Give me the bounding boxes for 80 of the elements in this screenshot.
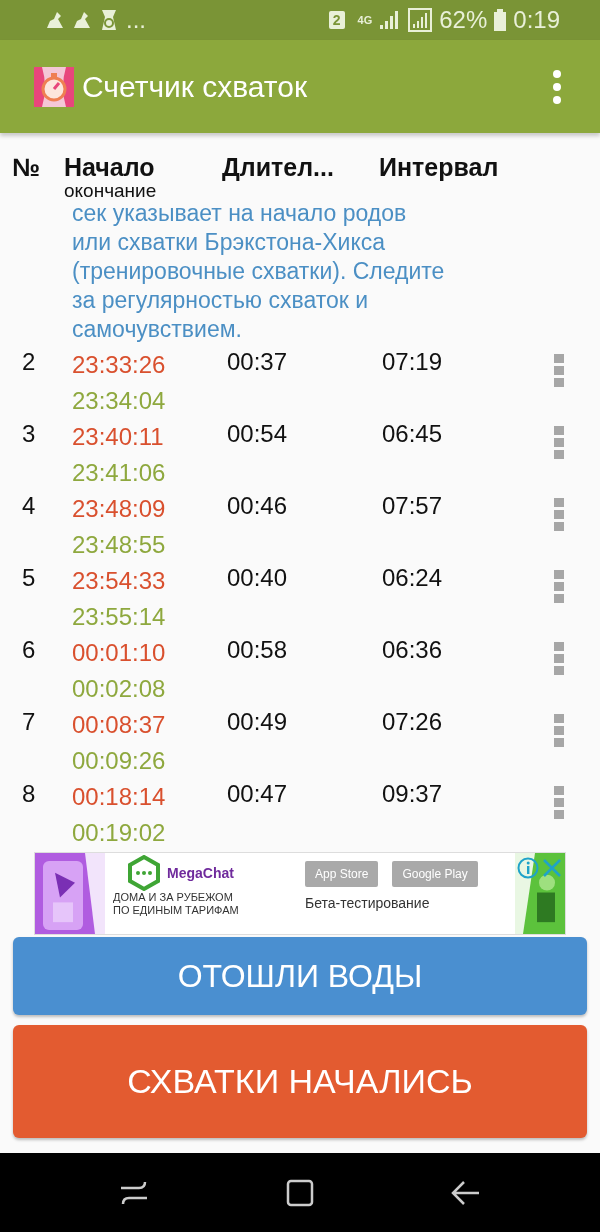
chat-icon (127, 855, 161, 891)
table-cell-text: 7 (21, 710, 37, 734)
start-time: 23:40:11 (72, 422, 165, 452)
ad-headline: ДОМА И ЗА РУБЕЖОМ (113, 891, 234, 904)
end-time: 00:19:02 (72, 818, 167, 848)
stopwatch-icon (34, 66, 74, 107)
stopwatch-icon (99, 9, 119, 31)
recents-icon[interactable] (118, 1179, 149, 1206)
column-header: Длител... (222, 153, 335, 181)
store-badge[interactable]: Google Play (392, 861, 478, 887)
info-text: сек указывает на начало родов (72, 199, 408, 228)
table-cell-text: 07:26 (382, 710, 444, 734)
table-cell-text: 00:46 (227, 494, 289, 518)
table-cell-text: 06:45 (382, 422, 444, 446)
close-icon[interactable] (542, 858, 562, 878)
table-cell-text: 4 (21, 494, 37, 518)
start-time: 00:18:14 (72, 782, 167, 812)
row-menu-icon[interactable] (554, 354, 564, 388)
row-menu-icon[interactable] (554, 498, 564, 532)
broom-icon (72, 11, 92, 29)
table-cell-text: 3 (21, 422, 37, 446)
table-cell-text: 00:40 (227, 566, 289, 590)
signal-icon (408, 8, 433, 32)
start-time: 23:48:09 (72, 494, 167, 524)
table-cell-text: 06:36 (382, 638, 444, 662)
row-menu-icon[interactable] (554, 570, 564, 604)
table-cell-text: 00:54 (227, 422, 289, 446)
store-badge[interactable]: App Store (305, 861, 379, 887)
action-button[interactable]: ОТОШЛИ ВОДЫ (13, 937, 587, 1015)
back-icon[interactable] (451, 1179, 482, 1206)
row-menu-icon[interactable] (554, 426, 564, 460)
table-cell-text: 00:58 (227, 638, 289, 662)
row-menu-icon[interactable] (554, 786, 564, 820)
end-time: 00:09:26 (72, 746, 167, 776)
table-cell-text: 5 (21, 566, 37, 590)
end-time: 23:48:55 (72, 530, 167, 560)
battery-icon (494, 9, 507, 31)
sim-badge: 2 (328, 11, 345, 29)
column-subheader: окончание (64, 181, 158, 201)
table-cell-text: 06:24 (382, 566, 444, 590)
column-header: № (12, 153, 41, 181)
info-text: (тренировочные схватки). Следите (72, 257, 446, 286)
action-button[interactable]: СХВАТКИ НАЧАЛИСЬ (13, 1025, 587, 1138)
info-text: самочувствием. (72, 315, 243, 344)
battery-percent: 62% (439, 6, 488, 34)
start-time: 23:33:26 (72, 350, 167, 380)
ad-banner[interactable]: MegaChat ДОМА И ЗА РУБЕЖОМ ПО ЕДИНЫМ ТАРИФАМ App Store Google Play Бета-тестирование (34, 852, 566, 935)
ad-brand: MegaChat (167, 865, 234, 881)
table-cell-text: 2 (21, 350, 37, 374)
ad-caption: Бета-тестирование (305, 895, 431, 911)
column-header: Начало (64, 153, 156, 181)
table-cell-text: 00:47 (227, 782, 289, 806)
clock: 0:19 (513, 6, 560, 34)
table-cell-text: 07:57 (382, 494, 444, 518)
column-header: Интервал (379, 153, 499, 181)
start-time: 00:01:10 (72, 638, 167, 668)
end-time: 00:02:08 (72, 674, 167, 704)
table-cell-text: 09:37 (382, 782, 444, 806)
more-options-icon[interactable] (552, 68, 562, 105)
table-cell-text: 00:37 (227, 350, 289, 374)
table-cell-text: 00:49 (227, 710, 289, 734)
info-text: за регулярностью схваток и (72, 286, 370, 315)
info-icon[interactable] (517, 857, 539, 879)
table-cell-text: 07:19 (382, 350, 444, 374)
network-label: 4G (357, 14, 373, 26)
table-cell-text: 6 (21, 638, 37, 662)
end-time: 23:34:04 (72, 386, 167, 416)
overflow-indicator: ... (126, 6, 146, 34)
start-time: 23:54:33 (72, 566, 167, 596)
ad-headline: ПО ЕДИНЫМ ТАРИФАМ (113, 904, 240, 917)
start-time: 00:08:37 (72, 710, 167, 740)
end-time: 23:55:14 (72, 602, 167, 632)
broom-icon (45, 11, 65, 29)
end-time: 23:41:06 (72, 458, 167, 488)
app-title: Счетчик схваток (82, 69, 309, 104)
info-text: или схватки Брэкстона-Хикса (72, 228, 387, 257)
table-cell-text: 8 (21, 782, 37, 806)
row-menu-icon[interactable] (554, 642, 564, 676)
row-menu-icon[interactable] (554, 714, 564, 748)
home-icon[interactable] (286, 1178, 314, 1207)
